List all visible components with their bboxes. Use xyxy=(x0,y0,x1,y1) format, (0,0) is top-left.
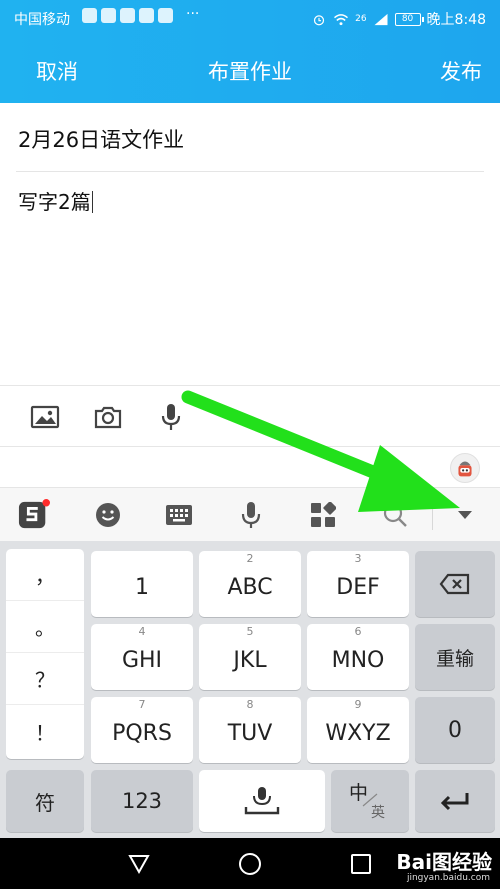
backspace-key[interactable] xyxy=(415,551,495,617)
status-right: 26 80 晚上8:48 xyxy=(311,9,486,29)
number-mode-key[interactable]: 123 xyxy=(91,770,193,832)
t9-keyboard: ， 。 ？ ！ 1 2 ABC 3 DEF 4 GHI 5 JKL 6 MNO … xyxy=(0,541,500,838)
enter-key[interactable] xyxy=(415,770,495,832)
slash-icon xyxy=(362,793,378,807)
backspace-icon xyxy=(439,573,470,595)
key-0[interactable]: 0 xyxy=(415,697,495,763)
punct-key[interactable]: ！ xyxy=(6,705,84,757)
key-number: 8 xyxy=(246,698,254,711)
key-label: DEF xyxy=(336,574,380,600)
punctuation-column: ， 。 ？ ！ xyxy=(6,549,84,759)
key-number: 2 xyxy=(246,552,254,565)
status-bar: 中国移动 ··· 26 80 晚上8:48 xyxy=(0,0,500,34)
reinput-key[interactable]: 重输 xyxy=(415,624,495,690)
signal-icon xyxy=(374,13,388,25)
microphone-icon[interactable] xyxy=(156,403,186,431)
notification-icons xyxy=(82,8,173,23)
publish-button[interactable]: 发布 xyxy=(440,56,482,86)
app-notification-icon xyxy=(82,8,97,23)
watermark-url: jingyan.baidu.com xyxy=(406,873,490,883)
enter-icon xyxy=(440,793,469,811)
text-cursor xyxy=(91,191,93,213)
app-notification-icon xyxy=(139,8,154,23)
key-1[interactable]: 1 xyxy=(91,551,193,617)
key-label: ABC xyxy=(227,574,273,600)
key-5[interactable]: 5 JKL xyxy=(199,624,301,690)
language-switch-key[interactable]: 中 英 xyxy=(331,770,409,832)
key-3[interactable]: 3 DEF xyxy=(307,551,409,617)
key-6[interactable]: 6 MNO xyxy=(307,624,409,690)
ime-toolbar xyxy=(0,487,500,541)
homework-title-input[interactable]: 2月26日语文作业 xyxy=(18,124,184,154)
wifi-icon xyxy=(334,13,349,25)
home-icon[interactable] xyxy=(238,852,262,876)
apps-grid-icon[interactable] xyxy=(307,499,339,531)
key-label: WXYZ xyxy=(325,720,391,746)
recents-icon[interactable] xyxy=(350,853,372,875)
punct-key[interactable]: 。 xyxy=(6,601,84,653)
homework-content-input[interactable]: 写字2篇 xyxy=(18,186,93,215)
network-type: 26 xyxy=(355,14,367,24)
key-label: GHI xyxy=(121,647,163,673)
key-label: PQRS xyxy=(112,720,172,746)
app-notification-icon xyxy=(158,8,173,23)
assistant-row xyxy=(0,447,500,487)
key-number: 3 xyxy=(354,552,362,565)
key-number: 4 xyxy=(138,625,146,638)
key-label: JKL xyxy=(233,647,267,673)
battery-icon: 80 xyxy=(394,12,424,26)
voice-icon[interactable] xyxy=(235,499,267,531)
robot-assistant-icon[interactable] xyxy=(450,453,480,483)
key-number: 6 xyxy=(354,625,362,638)
punct-key[interactable]: ， xyxy=(6,549,84,601)
emoji-icon[interactable] xyxy=(92,499,124,531)
key-9[interactable]: 9 WXYZ xyxy=(307,697,409,763)
key-2[interactable]: 2 ABC xyxy=(199,551,301,617)
camera-icon[interactable] xyxy=(93,403,123,431)
alarm-icon xyxy=(314,14,325,25)
watermark-brand: Bai图经验 xyxy=(396,850,492,874)
more-notifications-icon: ··· xyxy=(186,6,200,22)
key-number: 9 xyxy=(354,698,362,711)
key-number: 5 xyxy=(246,625,254,638)
divider xyxy=(16,171,484,172)
punct-key[interactable]: ？ xyxy=(6,653,84,705)
app-header: 中国移动 ··· 26 80 晚上8:48 取消 布置作业 发布 xyxy=(0,0,500,103)
key-number: 7 xyxy=(138,698,146,711)
clock: 晚上8:48 xyxy=(426,12,486,28)
attachment-bar xyxy=(0,385,500,447)
app-notification-icon xyxy=(101,8,116,23)
key-label: TUV xyxy=(227,720,273,746)
key-label: 1 xyxy=(135,574,149,600)
sogou-logo-icon[interactable] xyxy=(18,499,50,531)
key-4[interactable]: 4 GHI xyxy=(91,624,193,690)
key-label: MNO xyxy=(331,647,385,673)
cancel-button[interactable]: 取消 xyxy=(36,56,78,86)
keyboard-icon[interactable] xyxy=(163,499,195,531)
space-voice-icon xyxy=(244,787,280,815)
back-icon[interactable] xyxy=(128,853,150,875)
key-7[interactable]: 7 PQRS xyxy=(91,697,193,763)
space-key[interactable] xyxy=(199,770,325,832)
search-icon[interactable] xyxy=(379,499,411,531)
collapse-keyboard-icon[interactable] xyxy=(449,499,481,531)
toolbar-separator xyxy=(432,500,433,530)
content-text: 写字2篇 xyxy=(18,190,91,214)
key-8[interactable]: 8 TUV xyxy=(199,697,301,763)
image-icon[interactable] xyxy=(30,403,60,431)
symbol-key[interactable]: 符 xyxy=(6,770,84,832)
app-notification-icon xyxy=(120,8,135,23)
carrier-label: 中国移动 xyxy=(14,12,70,28)
